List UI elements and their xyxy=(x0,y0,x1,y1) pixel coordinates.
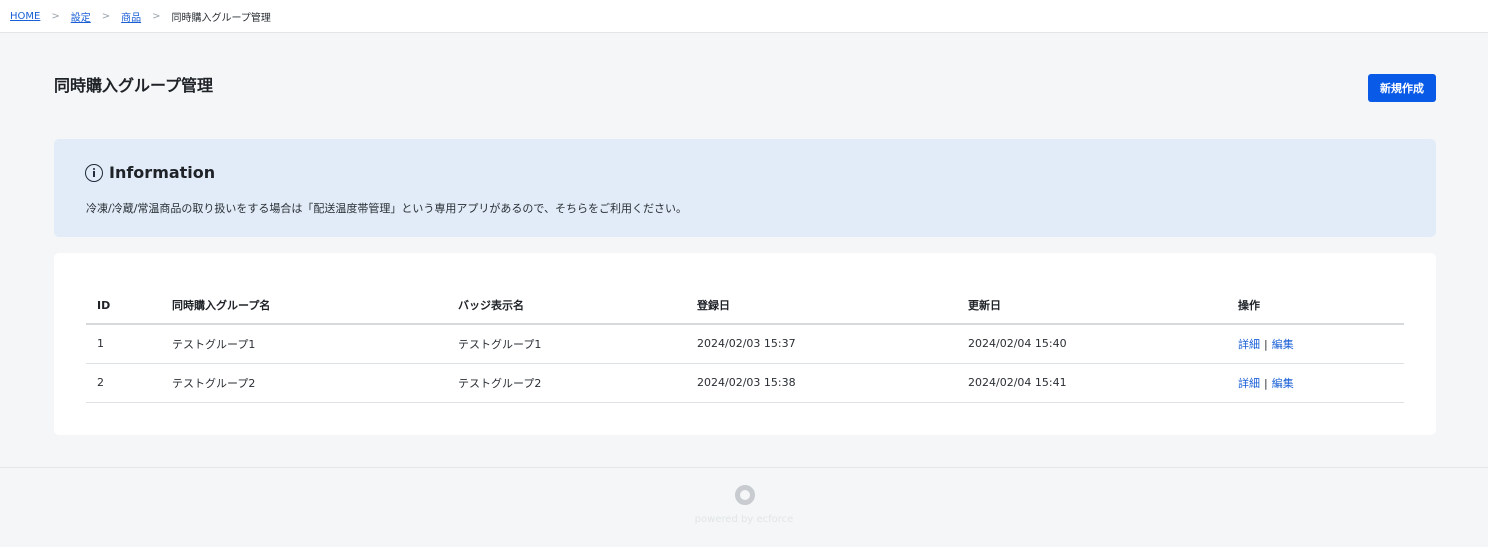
detail-link[interactable]: 詳細 xyxy=(1238,338,1260,351)
breadcrumb-products-link[interactable]: 商品 xyxy=(121,9,141,24)
information-text: 冷凍/冷蔵/常温商品の取り扱いをする場合は「配送温度帯管理」という専用アプリがあ… xyxy=(86,202,687,215)
cell-actions: 詳細 | 編集 xyxy=(1227,324,1404,364)
column-header-group-name: 同時購入グループ名 xyxy=(161,287,447,325)
column-header-actions: 操作 xyxy=(1227,287,1404,325)
edit-link[interactable]: 編集 xyxy=(1272,338,1294,351)
cell-id: 2 xyxy=(86,363,161,403)
action-separator: | xyxy=(1264,376,1268,390)
cell-group-name: テストグループ2 xyxy=(161,363,447,403)
information-header: Information xyxy=(85,163,215,182)
breadcrumb: HOME > 設定 > 商品 > 同時購入グループ管理 xyxy=(0,0,1488,33)
detail-link[interactable]: 詳細 xyxy=(1238,377,1260,390)
cell-group-name: テストグループ1 xyxy=(161,324,447,364)
breadcrumb-current: 同時購入グループ管理 xyxy=(171,12,271,24)
action-separator: | xyxy=(1264,337,1268,351)
breadcrumb-separator: > xyxy=(152,10,161,22)
ecforce-logo-icon xyxy=(735,485,755,505)
column-header-created: 登録日 xyxy=(686,287,957,325)
column-header-badge-name: バッジ表示名 xyxy=(447,287,686,325)
cell-badge-name: テストグループ2 xyxy=(447,363,686,403)
cell-updated: 2024/02/04 15:40 xyxy=(957,324,1227,364)
table-row: 2 テストグループ2 テストグループ2 2024/02/03 15:38 202… xyxy=(86,363,1404,403)
breadcrumb-separator: > xyxy=(51,10,60,22)
group-table: ID 同時購入グループ名 バッジ表示名 登録日 更新日 操作 1 テストグループ… xyxy=(86,287,1404,403)
table-header-row: ID 同時購入グループ名 バッジ表示名 登録日 更新日 操作 xyxy=(86,287,1404,325)
cell-created: 2024/02/03 15:37 xyxy=(686,324,957,364)
page-footer: powered by ecforce xyxy=(0,467,1488,547)
create-new-button[interactable]: 新規作成 xyxy=(1368,74,1436,102)
cell-updated: 2024/02/04 15:41 xyxy=(957,363,1227,403)
breadcrumb-settings-link[interactable]: 設定 xyxy=(71,9,91,24)
column-header-id: ID xyxy=(86,287,161,325)
cell-id: 1 xyxy=(86,324,161,364)
cell-actions: 詳細 | 編集 xyxy=(1227,363,1404,403)
edit-link[interactable]: 編集 xyxy=(1272,377,1294,390)
information-panel: Information 冷凍/冷蔵/常温商品の取り扱いをする場合は「配送温度帯管… xyxy=(54,139,1436,237)
information-title: Information xyxy=(109,163,216,182)
cell-created: 2024/02/03 15:38 xyxy=(686,363,957,403)
breadcrumb-home-link[interactable]: HOME xyxy=(10,11,40,22)
breadcrumb-separator: > xyxy=(101,10,111,22)
info-icon xyxy=(85,163,103,182)
page-title: 同時購入グループ管理 xyxy=(54,76,214,95)
cell-badge-name: テストグループ1 xyxy=(447,324,686,364)
table-row: 1 テストグループ1 テストグループ1 2024/02/03 15:37 202… xyxy=(86,324,1404,364)
column-header-updated: 更新日 xyxy=(957,287,1227,325)
powered-by-text: powered by ecforce xyxy=(694,514,794,525)
group-table-card: ID 同時購入グループ名 バッジ表示名 登録日 更新日 操作 1 テストグループ… xyxy=(54,253,1436,435)
